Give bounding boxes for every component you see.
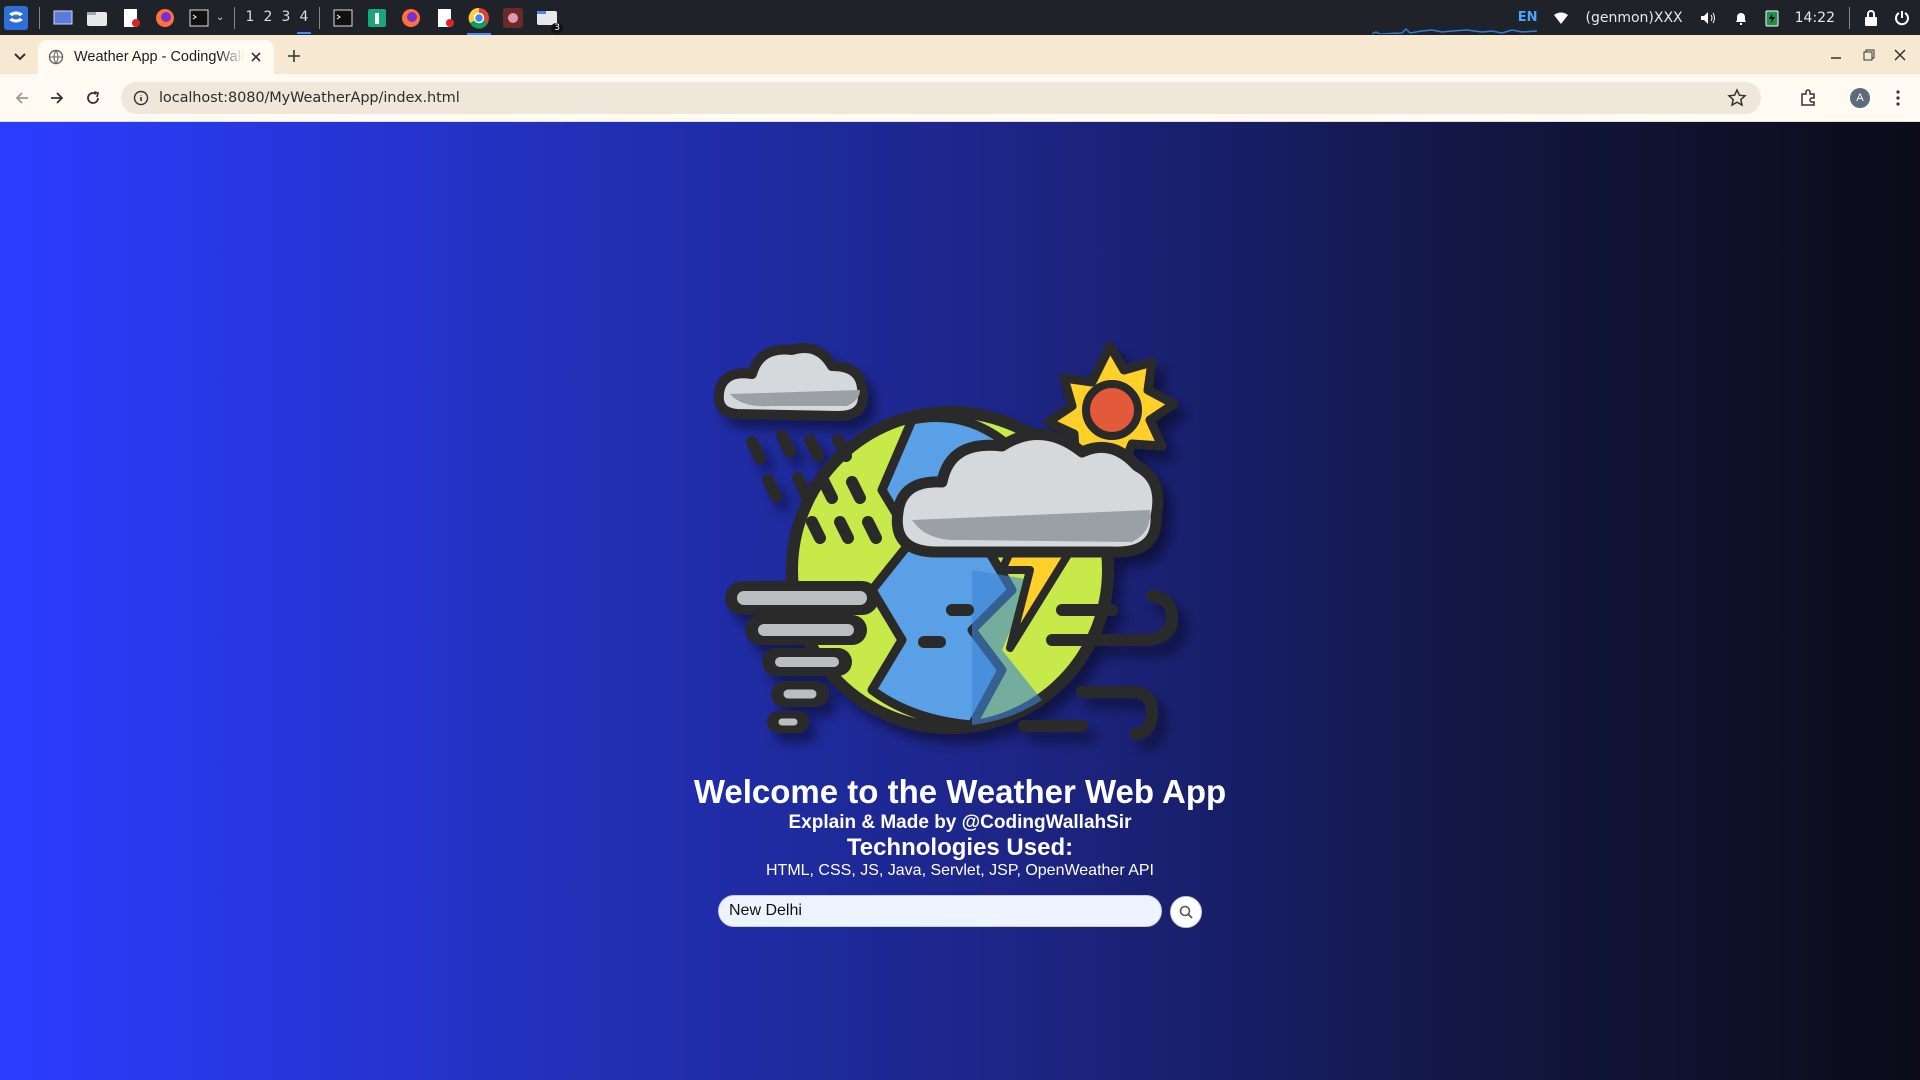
weather-earth-illustration-icon	[713, 341, 1179, 740]
chrome-window-icon[interactable]	[467, 6, 491, 35]
workspace-2[interactable]: 2	[259, 0, 277, 35]
tab-close-icon[interactable]	[248, 49, 264, 65]
more-menu-icon[interactable]	[1886, 86, 1910, 110]
clock[interactable]: 14:22	[1795, 10, 1835, 26]
globe-favicon-icon	[48, 49, 64, 65]
keyboard-layout-indicator[interactable]: EN	[1518, 10, 1538, 25]
url-text[interactable]: localhost:8080/MyWeatherApp/index.html	[159, 90, 460, 106]
wifi-icon[interactable]	[1553, 11, 1569, 25]
back-arrow-icon[interactable]	[10, 86, 34, 110]
file-manager-icon[interactable]	[85, 6, 109, 30]
technologies-list: HTML, CSS, JS, Java, Servlet, JSP, OpenW…	[765, 862, 1154, 879]
power-icon[interactable]	[1894, 10, 1910, 26]
network-label: (genmon)XXX	[1585, 9, 1683, 26]
weather-app-page: Welcome to the Weather Web App Explain &…	[0, 122, 1920, 1080]
reload-icon[interactable]	[81, 86, 105, 110]
lock-icon[interactable]	[1864, 9, 1878, 26]
file-manager-window-icon[interactable]: 3	[535, 6, 563, 33]
site-info-icon[interactable]	[133, 90, 149, 106]
chevron-down-icon[interactable]: ⌄	[216, 12, 228, 23]
workspace-3[interactable]: 3	[277, 0, 295, 35]
volume-icon[interactable]	[1699, 10, 1717, 26]
document-window-icon[interactable]	[433, 6, 457, 30]
tab-search-chevron-icon[interactable]	[8, 45, 32, 69]
author-credit: Explain & Made by @CodingWallahSir	[788, 812, 1132, 833]
terminal-window-icon[interactable]	[331, 6, 355, 30]
tab-weather-app[interactable]: Weather App - CodingWallah	[38, 40, 274, 74]
extensions-puzzle-icon[interactable]	[1796, 86, 1820, 110]
new-tab-plus-icon[interactable]	[282, 44, 306, 68]
notification-bell-icon[interactable]	[1733, 10, 1749, 26]
os-taskbar: ⌄ 1 2 3 4 3 EN (genmon)XXX 14:22	[0, 0, 1920, 35]
minimize-icon[interactable]	[1824, 43, 1848, 67]
restore-icon[interactable]	[1857, 43, 1881, 67]
tab-title: Weather App - CodingWallah	[74, 49, 244, 65]
browser-toolbar: localhost:8080/MyWeatherApp/index.html A	[0, 74, 1920, 122]
desktop-icon[interactable]	[51, 6, 75, 30]
bookmark-star-icon[interactable]	[1727, 88, 1747, 108]
address-bar[interactable]: localhost:8080/MyWeatherApp/index.html	[121, 82, 1761, 114]
text-editor-icon[interactable]	[119, 6, 143, 30]
battery-icon[interactable]	[1765, 9, 1779, 27]
terminal-icon[interactable]	[187, 6, 211, 30]
start-menu-icon[interactable]	[4, 5, 28, 30]
page-title: Welcome to the Weather Web App	[693, 773, 1227, 810]
forward-arrow-icon[interactable]	[45, 86, 69, 110]
browser-tab-strip: Weather App - CodingWallah	[0, 35, 1920, 74]
search-icon	[1179, 905, 1193, 919]
close-window-icon[interactable]	[1888, 43, 1912, 67]
city-search-input[interactable]	[718, 895, 1162, 927]
workspace-4[interactable]: 4	[295, 0, 313, 35]
game-window-icon[interactable]	[501, 6, 525, 30]
firefox-icon[interactable]	[153, 6, 177, 30]
app-window-icon[interactable]	[365, 6, 389, 30]
profile-avatar[interactable]: A	[1848, 86, 1872, 110]
window-count-badge: 3	[551, 22, 563, 33]
firefox-window-icon[interactable]	[399, 6, 423, 30]
technologies-heading: Technologies Used:	[846, 834, 1074, 861]
search-button[interactable]	[1170, 896, 1202, 928]
workspace-1[interactable]: 1	[241, 0, 259, 35]
